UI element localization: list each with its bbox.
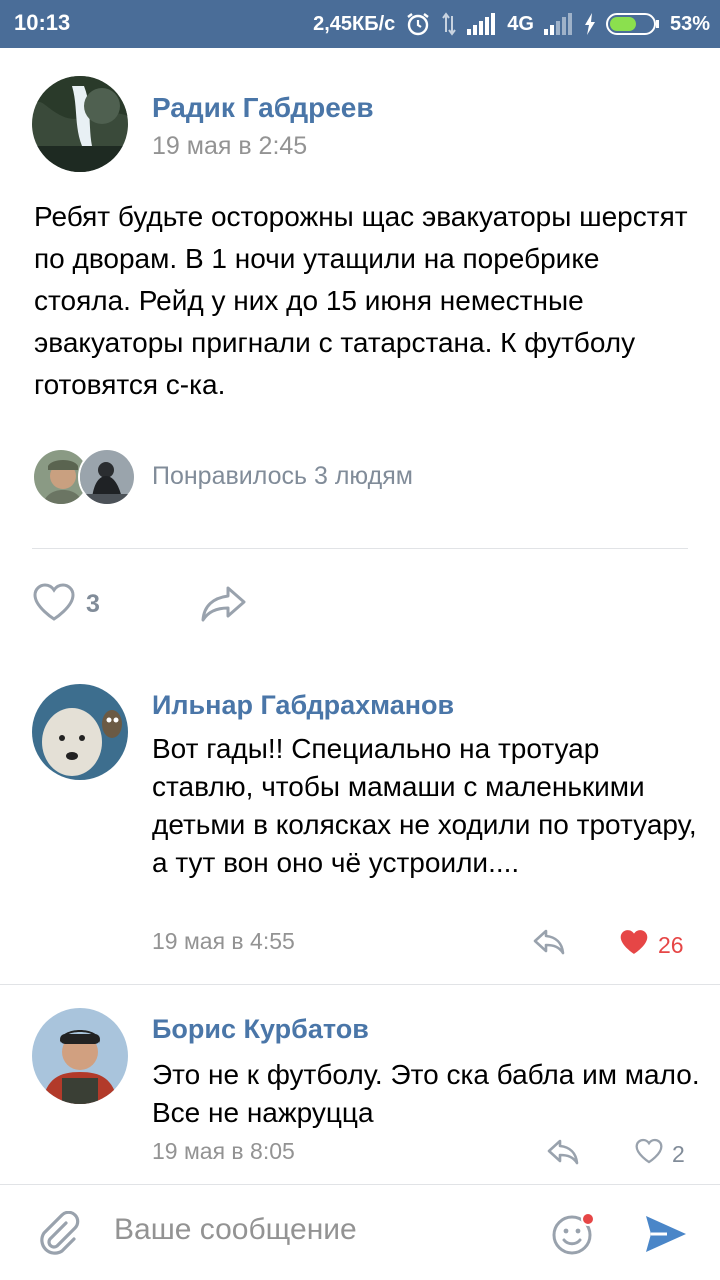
share-button[interactable] — [200, 584, 250, 629]
comment-author[interactable]: Ильнар Габдрахманов — [152, 690, 454, 721]
heart-icon — [618, 928, 650, 962]
message-composer — [0, 1184, 720, 1280]
comment-text: Вот гады!! Специально на тротуар ставлю,… — [152, 733, 697, 878]
emoji-button[interactable] — [550, 1211, 596, 1262]
avatar — [78, 448, 136, 506]
battery-percent: 53% — [669, 12, 710, 35]
comment-author[interactable]: Борис Курбатов — [152, 1014, 369, 1045]
heart-icon — [32, 582, 76, 627]
likes-summary[interactable]: Понравилось 3 людям — [152, 462, 413, 491]
comment-item: Ильнар Габдрахманов Вот гады!! Специальн… — [0, 684, 720, 974]
post-author-name[interactable]: Радик Габдреев — [152, 92, 374, 124]
heart-icon — [634, 1138, 664, 1170]
battery-icon — [605, 12, 660, 36]
like-count: 3 — [86, 590, 100, 618]
signal-weak-icon — [543, 13, 574, 35]
divider — [32, 548, 688, 549]
reply-button[interactable] — [546, 1138, 580, 1171]
attach-button[interactable] — [36, 1210, 80, 1262]
post-date: 19 мая в 2:45 — [152, 132, 308, 160]
charging-icon — [584, 13, 596, 35]
comment-like-count: 26 — [658, 931, 684, 958]
comment-date: 19 мая в 8:05 — [152, 1138, 295, 1164]
reply-icon — [546, 1139, 580, 1170]
attach-icon — [36, 1210, 80, 1261]
post-header: Радик Габдреев 19 мая в 2:45 — [0, 72, 720, 176]
alarm-icon — [405, 11, 431, 37]
data-transfer-icon — [441, 12, 457, 36]
status-bar: 10:13 2,45КБ/с 4G 53% — [0, 0, 720, 48]
comment-like-button[interactable]: 2 — [634, 1138, 685, 1170]
share-icon — [200, 586, 250, 628]
avatar[interactable] — [32, 684, 128, 780]
message-input[interactable] — [114, 1213, 514, 1247]
comment-date: 19 мая в 4:55 — [152, 928, 295, 954]
avatar[interactable] — [32, 1008, 128, 1104]
comment-like-button[interactable]: 26 — [618, 928, 684, 962]
send-button[interactable] — [644, 1213, 688, 1260]
reply-button[interactable] — [532, 928, 566, 961]
comment-item: Борис Курбатов Это не к футболу. Это ска… — [0, 1008, 720, 1178]
post-actions: 3 — [32, 576, 692, 636]
divider — [0, 984, 720, 985]
like-button[interactable]: 3 — [32, 582, 100, 627]
status-time: 10:13 — [14, 10, 71, 35]
comment-like-count: 2 — [672, 1140, 685, 1167]
status-speed: 2,45КБ/с — [313, 12, 396, 35]
comment-text: Это не к футболу. Это ска бабла им мало.… — [152, 1059, 700, 1128]
signal-icon — [467, 13, 497, 35]
post-text: Ребят будьте осторожны щас эвакуаторы ше… — [34, 201, 688, 400]
smile-icon — [550, 1212, 596, 1261]
avatar[interactable] — [32, 76, 128, 172]
send-icon — [644, 1216, 688, 1259]
liked-by-row[interactable]: Понравилось 3 людям — [32, 448, 692, 506]
reply-icon — [532, 929, 566, 960]
network-type: 4G — [507, 12, 534, 35]
